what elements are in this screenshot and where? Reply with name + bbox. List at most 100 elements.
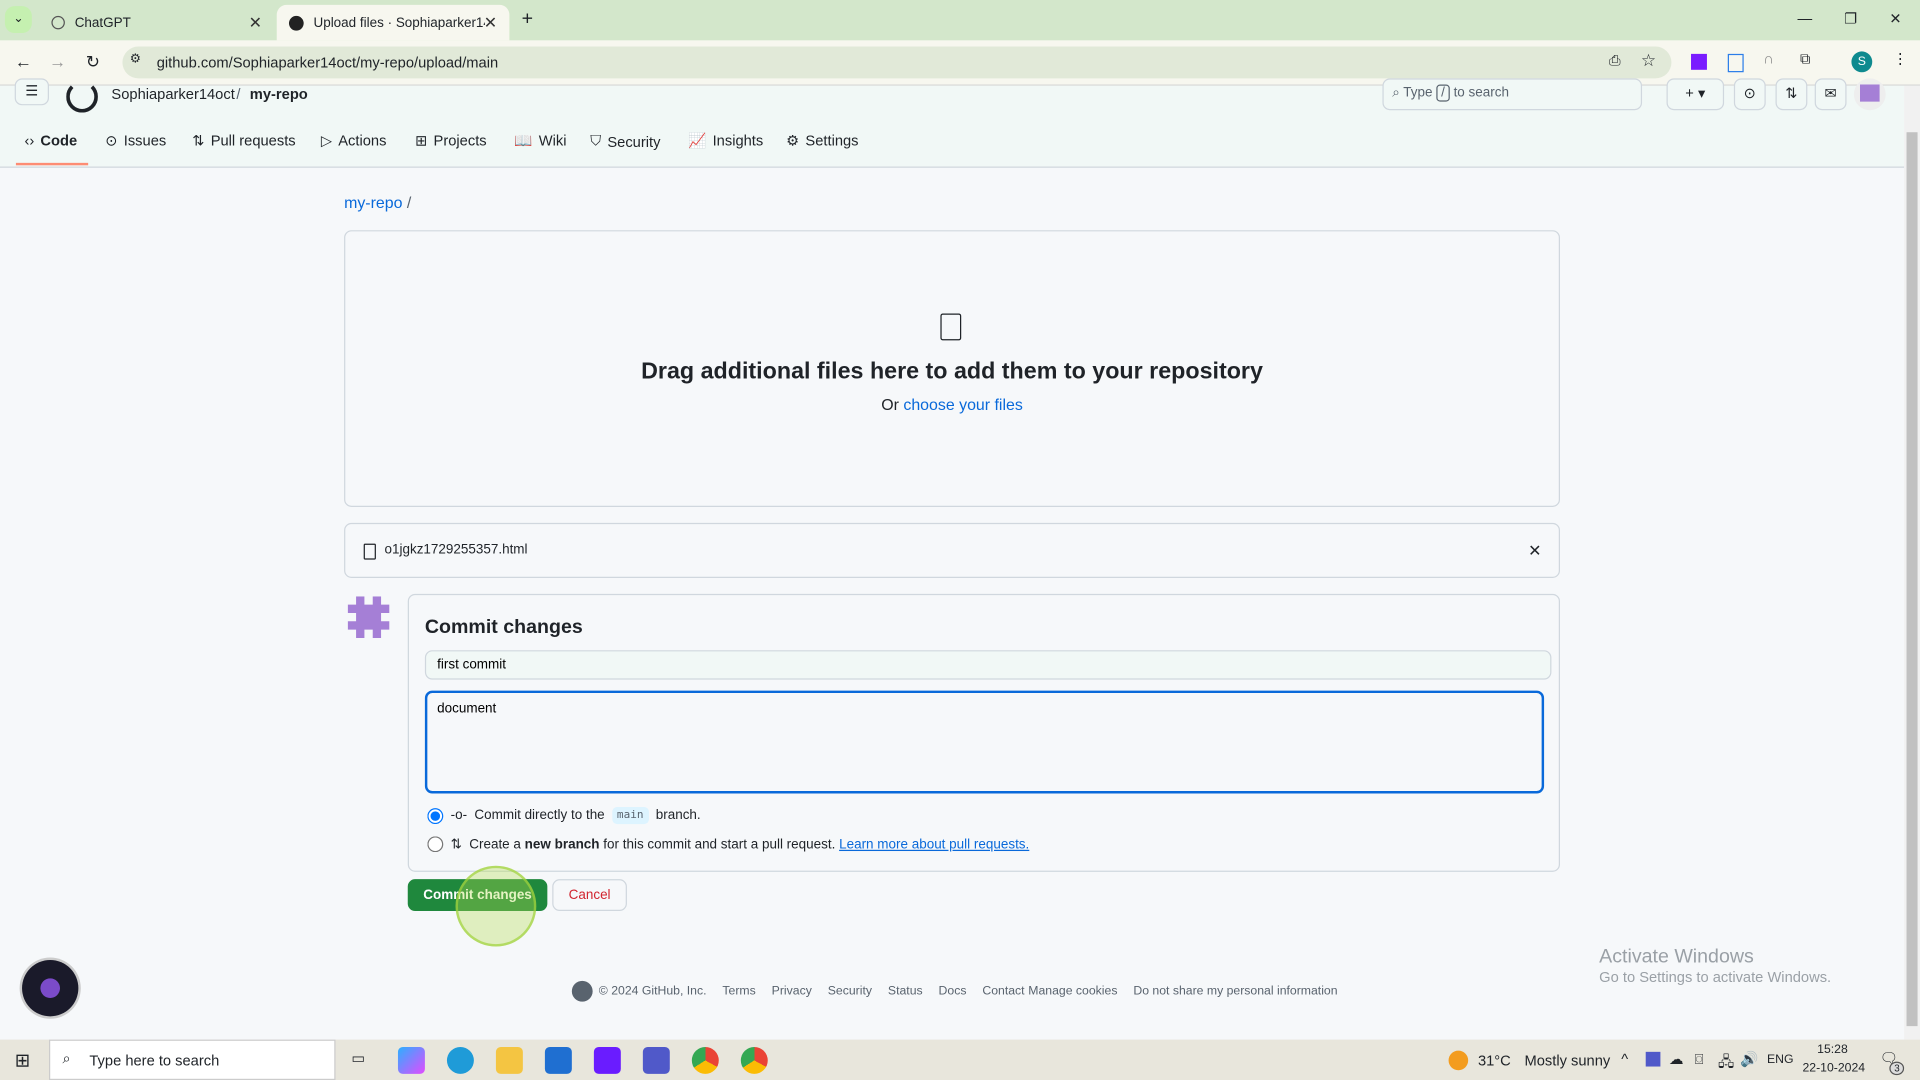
footer: © 2024 GitHub, Inc. Terms Privacy Securi… xyxy=(571,980,1338,1002)
taskbar-search[interactable]: ⌕ Type here to search xyxy=(48,1039,336,1080)
learn-more-link[interactable]: Learn more about pull requests. xyxy=(839,837,1029,852)
chatgpt-icon xyxy=(51,15,65,30)
github-footer-logo[interactable] xyxy=(571,980,593,1002)
camera-icon[interactable]: ⌼ xyxy=(1695,1051,1704,1069)
file-dropzone[interactable]: Drag additional files here to add them t… xyxy=(344,230,1561,507)
reload-icon[interactable]: ↻ xyxy=(86,51,100,72)
code-icon: ‹› xyxy=(24,132,35,150)
edge-icon[interactable] xyxy=(446,1046,474,1074)
copilot-icon[interactable] xyxy=(397,1046,425,1074)
back-icon[interactable]: ← xyxy=(15,51,32,71)
address-bar[interactable]: ⚙ github.com/Sophiaparker14oct/my-repo/u… xyxy=(122,46,1672,79)
git-commit-icon: -o- xyxy=(450,808,468,823)
floating-recorder-button[interactable] xyxy=(22,960,79,1017)
browser-tab-upload[interactable]: Upload files · Sophiaparker14oc ✕ xyxy=(276,4,510,41)
tab-pull-requests[interactable]: ⇅ Pull requests xyxy=(192,132,295,149)
profile-avatar[interactable]: S xyxy=(1851,51,1873,73)
pull-request-icon: ⇅ xyxy=(192,132,205,150)
inbox-button[interactable]: ✉ xyxy=(1814,78,1847,111)
choose-files-link[interactable]: choose your files xyxy=(903,396,1022,414)
commit-description-textarea[interactable]: document xyxy=(424,690,1545,794)
owner-link[interactable]: Sophiaparker14oct xyxy=(111,86,234,103)
tab-projects[interactable]: ⊞ Projects xyxy=(415,132,487,149)
create-new-button[interactable]: + ▾ xyxy=(1666,78,1725,111)
active-tab-underline xyxy=(15,162,89,166)
new-tab-button[interactable]: + xyxy=(522,9,533,31)
extension-icon[interactable]: ∩ xyxy=(1763,50,1774,67)
book-icon: 📖 xyxy=(514,132,533,150)
file-explorer-icon[interactable] xyxy=(495,1046,523,1074)
footer-link-manage-cookies[interactable]: Manage cookies xyxy=(1028,984,1117,997)
footer-link-contact[interactable]: Contact xyxy=(982,984,1024,997)
notification-count-badge: 3 xyxy=(1889,1061,1905,1076)
click-highlight xyxy=(455,865,537,947)
restore-icon[interactable]: ❐ xyxy=(1844,10,1857,27)
search-icon: ⌕ xyxy=(62,1049,71,1067)
tab-settings[interactable]: ⚙ Settings xyxy=(786,132,858,149)
remove-file-icon[interactable]: ✕ xyxy=(1528,541,1541,561)
network-icon[interactable]: 🖧 xyxy=(1718,1051,1734,1077)
github-logo[interactable] xyxy=(66,80,98,113)
teams-icon[interactable] xyxy=(642,1046,670,1074)
tab-code[interactable]: ‹› Code xyxy=(24,132,77,149)
close-tab-icon[interactable]: ✕ xyxy=(249,13,262,33)
footer-link-docs[interactable]: Docs xyxy=(939,984,967,997)
user-avatar[interactable] xyxy=(1853,78,1886,111)
minimize-icon[interactable]: — xyxy=(1798,10,1813,27)
tab-issues[interactable]: ⊙ Issues xyxy=(105,132,166,149)
page-scrollbar[interactable] xyxy=(1904,85,1920,1040)
onedrive-icon[interactable]: ☁ xyxy=(1669,1051,1684,1068)
close-window-icon[interactable]: ✕ xyxy=(1889,10,1901,27)
committer-avatar xyxy=(347,596,390,638)
app-icon[interactable] xyxy=(593,1046,621,1074)
footer-link-do-not-share[interactable]: Do not share my personal information xyxy=(1133,984,1337,997)
forward-icon[interactable]: → xyxy=(49,51,66,71)
commit-directly-radio[interactable] xyxy=(427,807,444,824)
install-app-icon[interactable]: ⎙ xyxy=(1609,51,1621,69)
tab-security[interactable]: ⛉ Security xyxy=(590,132,660,150)
breadcrumb-repo-link[interactable]: my-repo xyxy=(344,193,402,211)
tab-insights[interactable]: 📈 Insights xyxy=(688,132,763,149)
graph-icon: 📈 xyxy=(688,132,707,150)
bookmark-star-icon[interactable]: ☆ xyxy=(1641,50,1656,71)
file-icon xyxy=(363,543,376,560)
footer-link-privacy[interactable]: Privacy xyxy=(772,984,812,997)
chrome-profile-icon[interactable] xyxy=(740,1046,768,1074)
extension-icon[interactable] xyxy=(1691,53,1707,70)
commit-summary-input[interactable] xyxy=(424,650,1552,680)
branch-badge: main xyxy=(612,806,649,825)
browser-tab-strip: ⌄ ChatGPT ✕ Upload files · Sophiaparker1… xyxy=(0,0,1920,41)
close-tab-icon[interactable]: ✕ xyxy=(484,13,497,33)
menu-kebab-icon[interactable]: ⋮ xyxy=(1893,50,1908,67)
search-icon: ⌕ xyxy=(1392,85,1400,101)
hamburger-menu-button[interactable]: ☰ xyxy=(14,78,49,106)
teams-tray-icon[interactable] xyxy=(1645,1051,1661,1067)
tab-wiki[interactable]: 📖 Wiki xyxy=(514,132,566,149)
mail-icon[interactable] xyxy=(544,1046,572,1074)
site-info-icon[interactable]: ⚙ xyxy=(130,53,141,66)
volume-icon[interactable]: 🔊 xyxy=(1740,1051,1758,1068)
task-view-icon[interactable]: ▭ xyxy=(351,1049,365,1066)
breadcrumb: my-repo / xyxy=(344,193,412,212)
tab-list-button[interactable]: ⌄ xyxy=(4,6,32,34)
show-hidden-icons[interactable]: ^ xyxy=(1621,1051,1628,1068)
repo-link[interactable]: my-repo xyxy=(250,86,308,103)
footer-link-status[interactable]: Status xyxy=(888,984,923,997)
issues-button[interactable]: ⊙ xyxy=(1733,78,1766,111)
search-input[interactable]: ⌕ Type / to search xyxy=(1382,78,1643,111)
windows-start-icon[interactable]: ⊞ xyxy=(15,1049,30,1072)
tab-actions[interactable]: ▷ Actions xyxy=(321,132,387,149)
cancel-button[interactable]: Cancel xyxy=(552,879,627,912)
extension-icon[interactable] xyxy=(1727,53,1744,73)
weather-icon xyxy=(1448,1050,1469,1071)
commit-form: Commit changes document -o- Commit direc… xyxy=(407,593,1561,872)
activate-windows-watermark: Activate Windows Go to Settings to activ… xyxy=(1599,946,1832,986)
browser-tab-chatgpt[interactable]: ChatGPT ✕ xyxy=(39,5,274,41)
pull-requests-button[interactable]: ⇅ xyxy=(1775,78,1808,111)
extensions-puzzle-icon[interactable]: ⧉ xyxy=(1800,50,1811,68)
new-branch-radio[interactable] xyxy=(427,836,444,853)
chrome-icon[interactable] xyxy=(691,1046,719,1074)
footer-link-security[interactable]: Security xyxy=(828,984,872,997)
footer-link-terms[interactable]: Terms xyxy=(722,984,755,997)
uploaded-file-row: o1jgkz1729255357.html ✕ xyxy=(344,522,1561,578)
